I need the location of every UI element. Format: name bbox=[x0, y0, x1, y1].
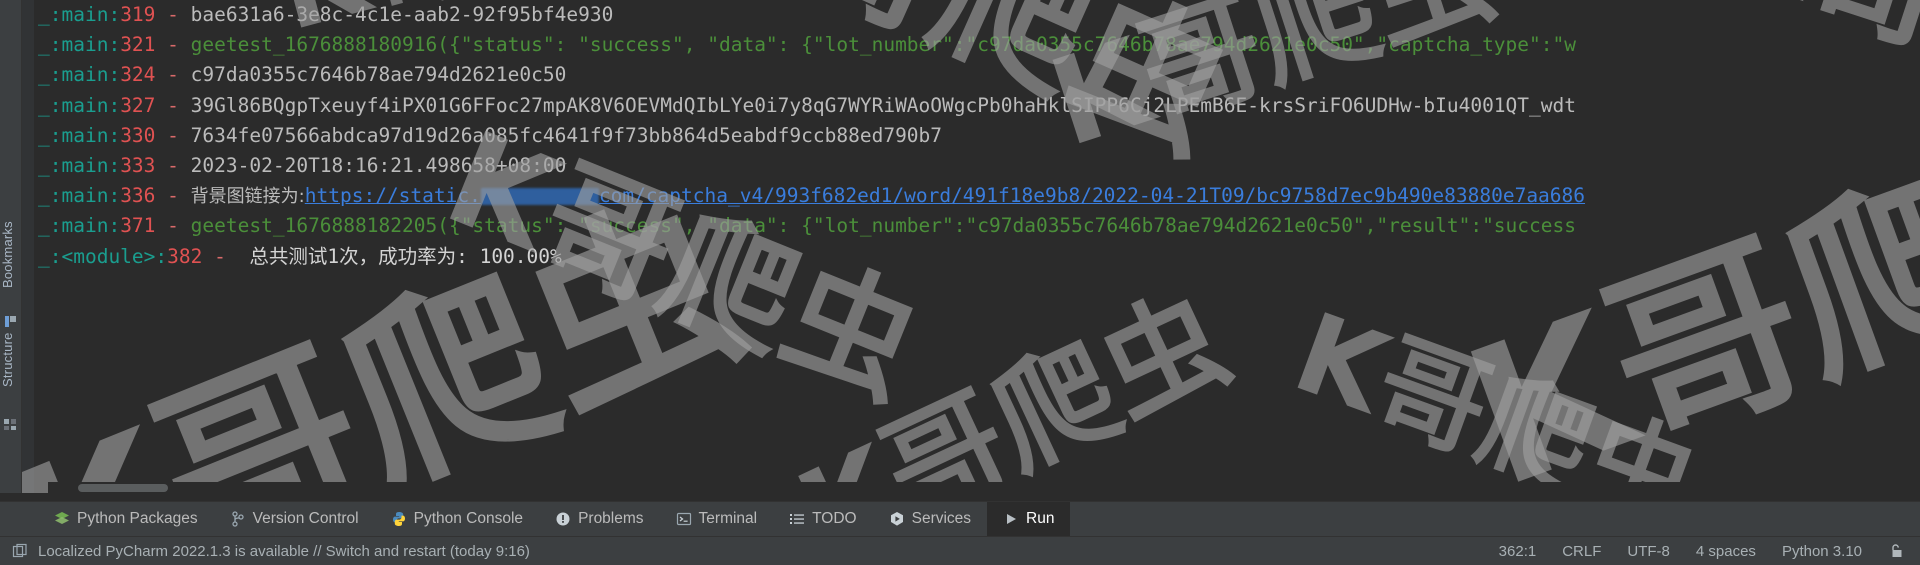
line-separator[interactable]: CRLF bbox=[1562, 543, 1601, 560]
log-logger: _:main: bbox=[38, 214, 121, 238]
tool-button-todo[interactable]: TODO bbox=[773, 502, 873, 537]
tool-button-python-console[interactable]: Python Console bbox=[375, 502, 539, 537]
bottom-tool-window-bar: Python Packages Version Control Python C… bbox=[0, 501, 1920, 537]
log-line: _:main:319 - bae631a6-3e8c-4c1e-aab2-92f… bbox=[38, 0, 1910, 30]
log-dash: - bbox=[167, 214, 179, 238]
log-line-number: 336 bbox=[120, 184, 156, 208]
log-url-head[interactable]: https://static. bbox=[305, 184, 481, 207]
log-line-url: _:main:336 - 背景图链接为:https://static. com/c… bbox=[38, 181, 1910, 211]
log-line: _:main:327 - 39Gl86BQgpTxeuyf4iPX01G6FFo… bbox=[38, 91, 1910, 121]
log-line-number: 327 bbox=[120, 93, 156, 117]
tool-button-label: Python Packages bbox=[77, 510, 198, 527]
log-logger: _:<module>: bbox=[38, 244, 168, 268]
log-line: _:main:321 - geetest_1676888180916({"sta… bbox=[38, 30, 1910, 60]
tool-button-terminal[interactable]: Terminal bbox=[660, 502, 774, 537]
log-message: bae631a6-3e8c-4c1e-aab2-92f95bf4e930 bbox=[190, 3, 614, 26]
status-message[interactable]: Localized PyCharm 2022.1.3 is available … bbox=[38, 543, 530, 560]
log-dash: - bbox=[167, 123, 179, 147]
log-line: _:main:333 - 2023-02-20T18:16:21.498658+… bbox=[38, 151, 1910, 181]
unlocked-icon[interactable] bbox=[1888, 543, 1904, 559]
log-message: geetest_1676888182205({"status": "succes… bbox=[190, 214, 1576, 238]
indent-setting[interactable]: 4 spaces bbox=[1696, 543, 1756, 560]
log-line: _:main:324 - c97da0355c7646b78ae794d2621… bbox=[38, 60, 1910, 90]
log-message-prefix: 背景图链接为: bbox=[190, 186, 305, 208]
caret-position[interactable]: 362:1 bbox=[1499, 543, 1537, 560]
console-log-lines: _:main:319 - bae631a6-3e8c-4c1e-aab2-92f… bbox=[38, 0, 1910, 272]
tool-button-problems[interactable]: Problems bbox=[539, 502, 659, 537]
status-bar-left: Localized PyCharm 2022.1.3 is available … bbox=[0, 543, 530, 560]
watermark: K哥爬虫 bbox=[778, 268, 1249, 493]
log-line: _:main:330 - 7634fe07566abdca97d19d26a08… bbox=[38, 121, 1910, 151]
log-dash: - bbox=[167, 93, 179, 117]
tool-button-label: Run bbox=[1026, 510, 1055, 527]
left-tool-stripe: Bookmarks Structure bbox=[0, 0, 22, 493]
log-line: _:main:371 - geetest_1676888182205({"sta… bbox=[38, 211, 1910, 241]
tool-button-run[interactable]: Run bbox=[987, 501, 1071, 537]
tool-button-python-packages[interactable]: Python Packages bbox=[38, 502, 214, 537]
log-message: c97da0355c7646b78ae794d2621e0c50 bbox=[190, 63, 567, 87]
log-logger: _:main: bbox=[38, 63, 121, 87]
log-url-tail[interactable]: com/captcha_v4/993f682ed1/word/491f18e9b… bbox=[599, 184, 1585, 207]
log-message: 2023-02-20T18:16:21.498658+08:00 bbox=[190, 153, 567, 177]
log-dash: - bbox=[167, 184, 179, 208]
packages-icon bbox=[54, 511, 70, 527]
log-message: 39Gl86BQgpTxeuyf4iPX01G6FFoc27mpAK8V6OEV… bbox=[190, 93, 1576, 117]
run-console-output[interactable]: _:main:319 - bae631a6-3e8c-4c1e-aab2-92f… bbox=[22, 0, 1920, 493]
log-logger: _:main: bbox=[38, 184, 121, 208]
tool-button-label: TODO bbox=[812, 510, 857, 527]
run-icon bbox=[1003, 511, 1019, 527]
sidebar-item-structure-label: Structure bbox=[0, 332, 15, 388]
log-logger: _:main: bbox=[38, 153, 121, 177]
structure-icon bbox=[4, 418, 17, 431]
log-dash: - bbox=[167, 3, 179, 26]
log-logger: _:main: bbox=[38, 33, 121, 57]
log-line-number: 330 bbox=[120, 123, 156, 147]
log-dash: - bbox=[214, 244, 226, 268]
console-horizontal-scrollbar[interactable] bbox=[48, 482, 1920, 493]
python-interpreter[interactable]: Python 3.10 bbox=[1782, 543, 1862, 560]
terminal-icon bbox=[676, 511, 692, 527]
log-line-number: 319 bbox=[120, 3, 156, 26]
tool-button-label: Problems bbox=[578, 510, 644, 527]
tool-button-label: Python Console bbox=[413, 510, 524, 527]
tool-button-label: Terminal bbox=[698, 510, 758, 527]
log-logger: _:main: bbox=[38, 123, 121, 147]
tool-button-label: Version Control bbox=[252, 510, 359, 527]
log-message: 7634fe07566abdca97d19d26a085fc4641f9f73b… bbox=[190, 123, 943, 147]
log-line-number: 321 bbox=[120, 33, 156, 57]
branch-icon bbox=[230, 511, 246, 527]
scrollbar-thumb[interactable] bbox=[78, 484, 168, 492]
ide-update-icon[interactable] bbox=[12, 543, 28, 559]
log-logger: _:main: bbox=[38, 3, 121, 26]
log-logger: _:main: bbox=[38, 93, 121, 117]
tool-button-version-control[interactable]: Version Control bbox=[214, 502, 375, 537]
tool-button-label: Services bbox=[911, 510, 972, 527]
status-bar-right: 362:1 CRLF UTF-8 4 spaces Python 3.10 bbox=[1499, 543, 1920, 560]
log-line-number: 382 bbox=[167, 244, 203, 268]
tool-button-services[interactable]: Services bbox=[873, 502, 987, 537]
log-line-number: 371 bbox=[120, 214, 156, 238]
log-line-summary: _:<module>:382 - 总共测试1次，成功率为: 100.00% bbox=[38, 242, 1910, 272]
console-gutter bbox=[22, 0, 34, 493]
log-line-number: 324 bbox=[120, 63, 156, 87]
sidebar-item-bookmarks[interactable]: Bookmarks bbox=[0, 200, 22, 310]
sidebar-item-bookmarks-label: Bookmarks bbox=[0, 221, 15, 289]
log-dash: - bbox=[167, 63, 179, 87]
services-icon bbox=[889, 511, 905, 527]
log-line-number: 333 bbox=[120, 153, 156, 177]
redacted-domain bbox=[480, 188, 599, 206]
log-message: 总共测试1次，成功率为: 100.00% bbox=[249, 244, 562, 268]
log-message: geetest_1676888180916({"status": "succes… bbox=[190, 33, 1576, 57]
log-dash: - bbox=[167, 33, 179, 57]
sidebar-item-structure[interactable]: Structure bbox=[0, 310, 22, 410]
python-icon bbox=[391, 511, 407, 527]
log-dash: - bbox=[167, 153, 179, 177]
status-bar: Localized PyCharm 2022.1.3 is available … bbox=[0, 536, 1920, 565]
problems-icon bbox=[555, 511, 571, 527]
watermark: K哥爬虫 bbox=[1279, 288, 1714, 493]
todo-icon bbox=[789, 511, 805, 527]
file-encoding[interactable]: UTF-8 bbox=[1627, 543, 1670, 560]
pycharm-window: Bookmarks Structure _:main:319 - bae631a… bbox=[0, 0, 1920, 565]
